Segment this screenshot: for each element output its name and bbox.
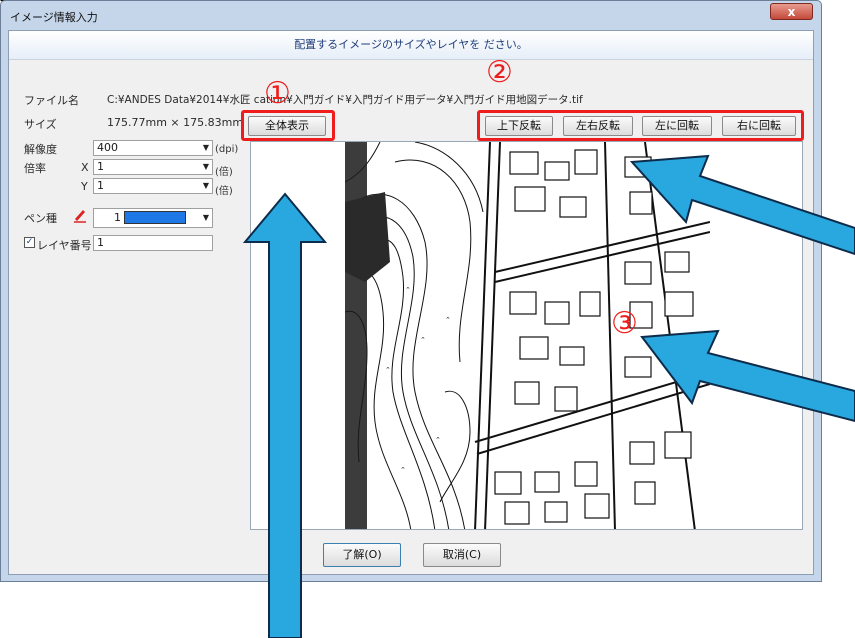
svg-text:⌃: ⌃ <box>405 286 411 294</box>
svg-text:⌃: ⌃ <box>435 436 441 444</box>
window-title: イメージ情報入力 <box>10 11 98 24</box>
scale-y-value: 1 <box>97 179 104 192</box>
resolution-combo[interactable]: 400 ▼ <box>93 140 213 156</box>
arrow-up-icon <box>243 192 327 638</box>
cancel-button[interactable]: 取消(C) <box>423 543 501 567</box>
pen-type-combo[interactable]: 1 ▼ <box>93 208 213 228</box>
pen-number: 1 <box>114 211 121 224</box>
chevron-down-icon[interactable]: ▼ <box>203 179 209 193</box>
layer-number-label: レイヤ番号 <box>37 239 92 252</box>
instruction-banner: 配置するイメージのサイズやレイヤを ださい。 <box>9 31 813 60</box>
annotation-box-1 <box>241 110 335 141</box>
annotation-number-3: ③ <box>611 306 638 341</box>
resolution-unit: (dpi) <box>215 144 239 155</box>
size-label: サイズ <box>24 118 57 131</box>
annotation-number-2: ② <box>486 55 513 90</box>
svg-text:⌃: ⌃ <box>420 336 426 344</box>
file-name-label: ファイル名 <box>24 94 79 107</box>
chevron-down-icon[interactable]: ▼ <box>203 160 209 174</box>
scale-x-value: 1 <box>97 160 104 173</box>
resolution-value: 400 <box>97 141 118 154</box>
annotation-number-1: ① <box>264 76 291 111</box>
scale-x-label: X <box>81 161 89 174</box>
flip-vertical-button[interactable]: 上下反転 <box>485 116 553 136</box>
layer-number-input[interactable]: 1 <box>93 235 213 251</box>
svg-text:⌃: ⌃ <box>445 316 451 324</box>
svg-text:⌃: ⌃ <box>400 466 406 474</box>
rotate-left-button[interactable]: 左に回転 <box>642 116 712 136</box>
scale-y-combo[interactable]: 1 ▼ <box>93 178 213 194</box>
scale-y-unit: (倍) <box>215 186 233 197</box>
arrow-left-icon <box>640 325 855 435</box>
scale-x-unit: (倍) <box>215 167 233 178</box>
resolution-label: 解像度 <box>24 143 57 156</box>
checkbox-checked-icon[interactable]: ✓ <box>24 237 35 248</box>
arrow-left-icon <box>630 150 855 260</box>
chevron-down-icon[interactable]: ▼ <box>203 141 209 155</box>
chevron-down-icon[interactable]: ▼ <box>203 209 209 227</box>
rotate-right-button[interactable]: 右に回転 <box>722 116 796 136</box>
flip-horizontal-button[interactable]: 左右反転 <box>563 116 633 136</box>
layer-number-value: 1 <box>97 236 104 249</box>
pen-type-label: ペン種 <box>24 212 57 225</box>
scale-x-combo[interactable]: 1 ▼ <box>93 159 213 175</box>
scale-y-label: Y <box>81 180 88 193</box>
pencil-icon <box>72 207 88 223</box>
scale-label: 倍率 <box>24 162 46 175</box>
close-button[interactable]: x <box>770 3 813 20</box>
ok-button[interactable]: 了解(O) <box>323 543 401 567</box>
pen-color-swatch <box>124 211 186 224</box>
size-value: 175.77mm × 175.83mm <box>107 116 244 129</box>
file-name-value: C:¥ANDES Data¥2014¥水匠 cation¥入門ガイド¥入門ガイド… <box>107 94 583 106</box>
svg-text:⌃: ⌃ <box>385 366 391 374</box>
